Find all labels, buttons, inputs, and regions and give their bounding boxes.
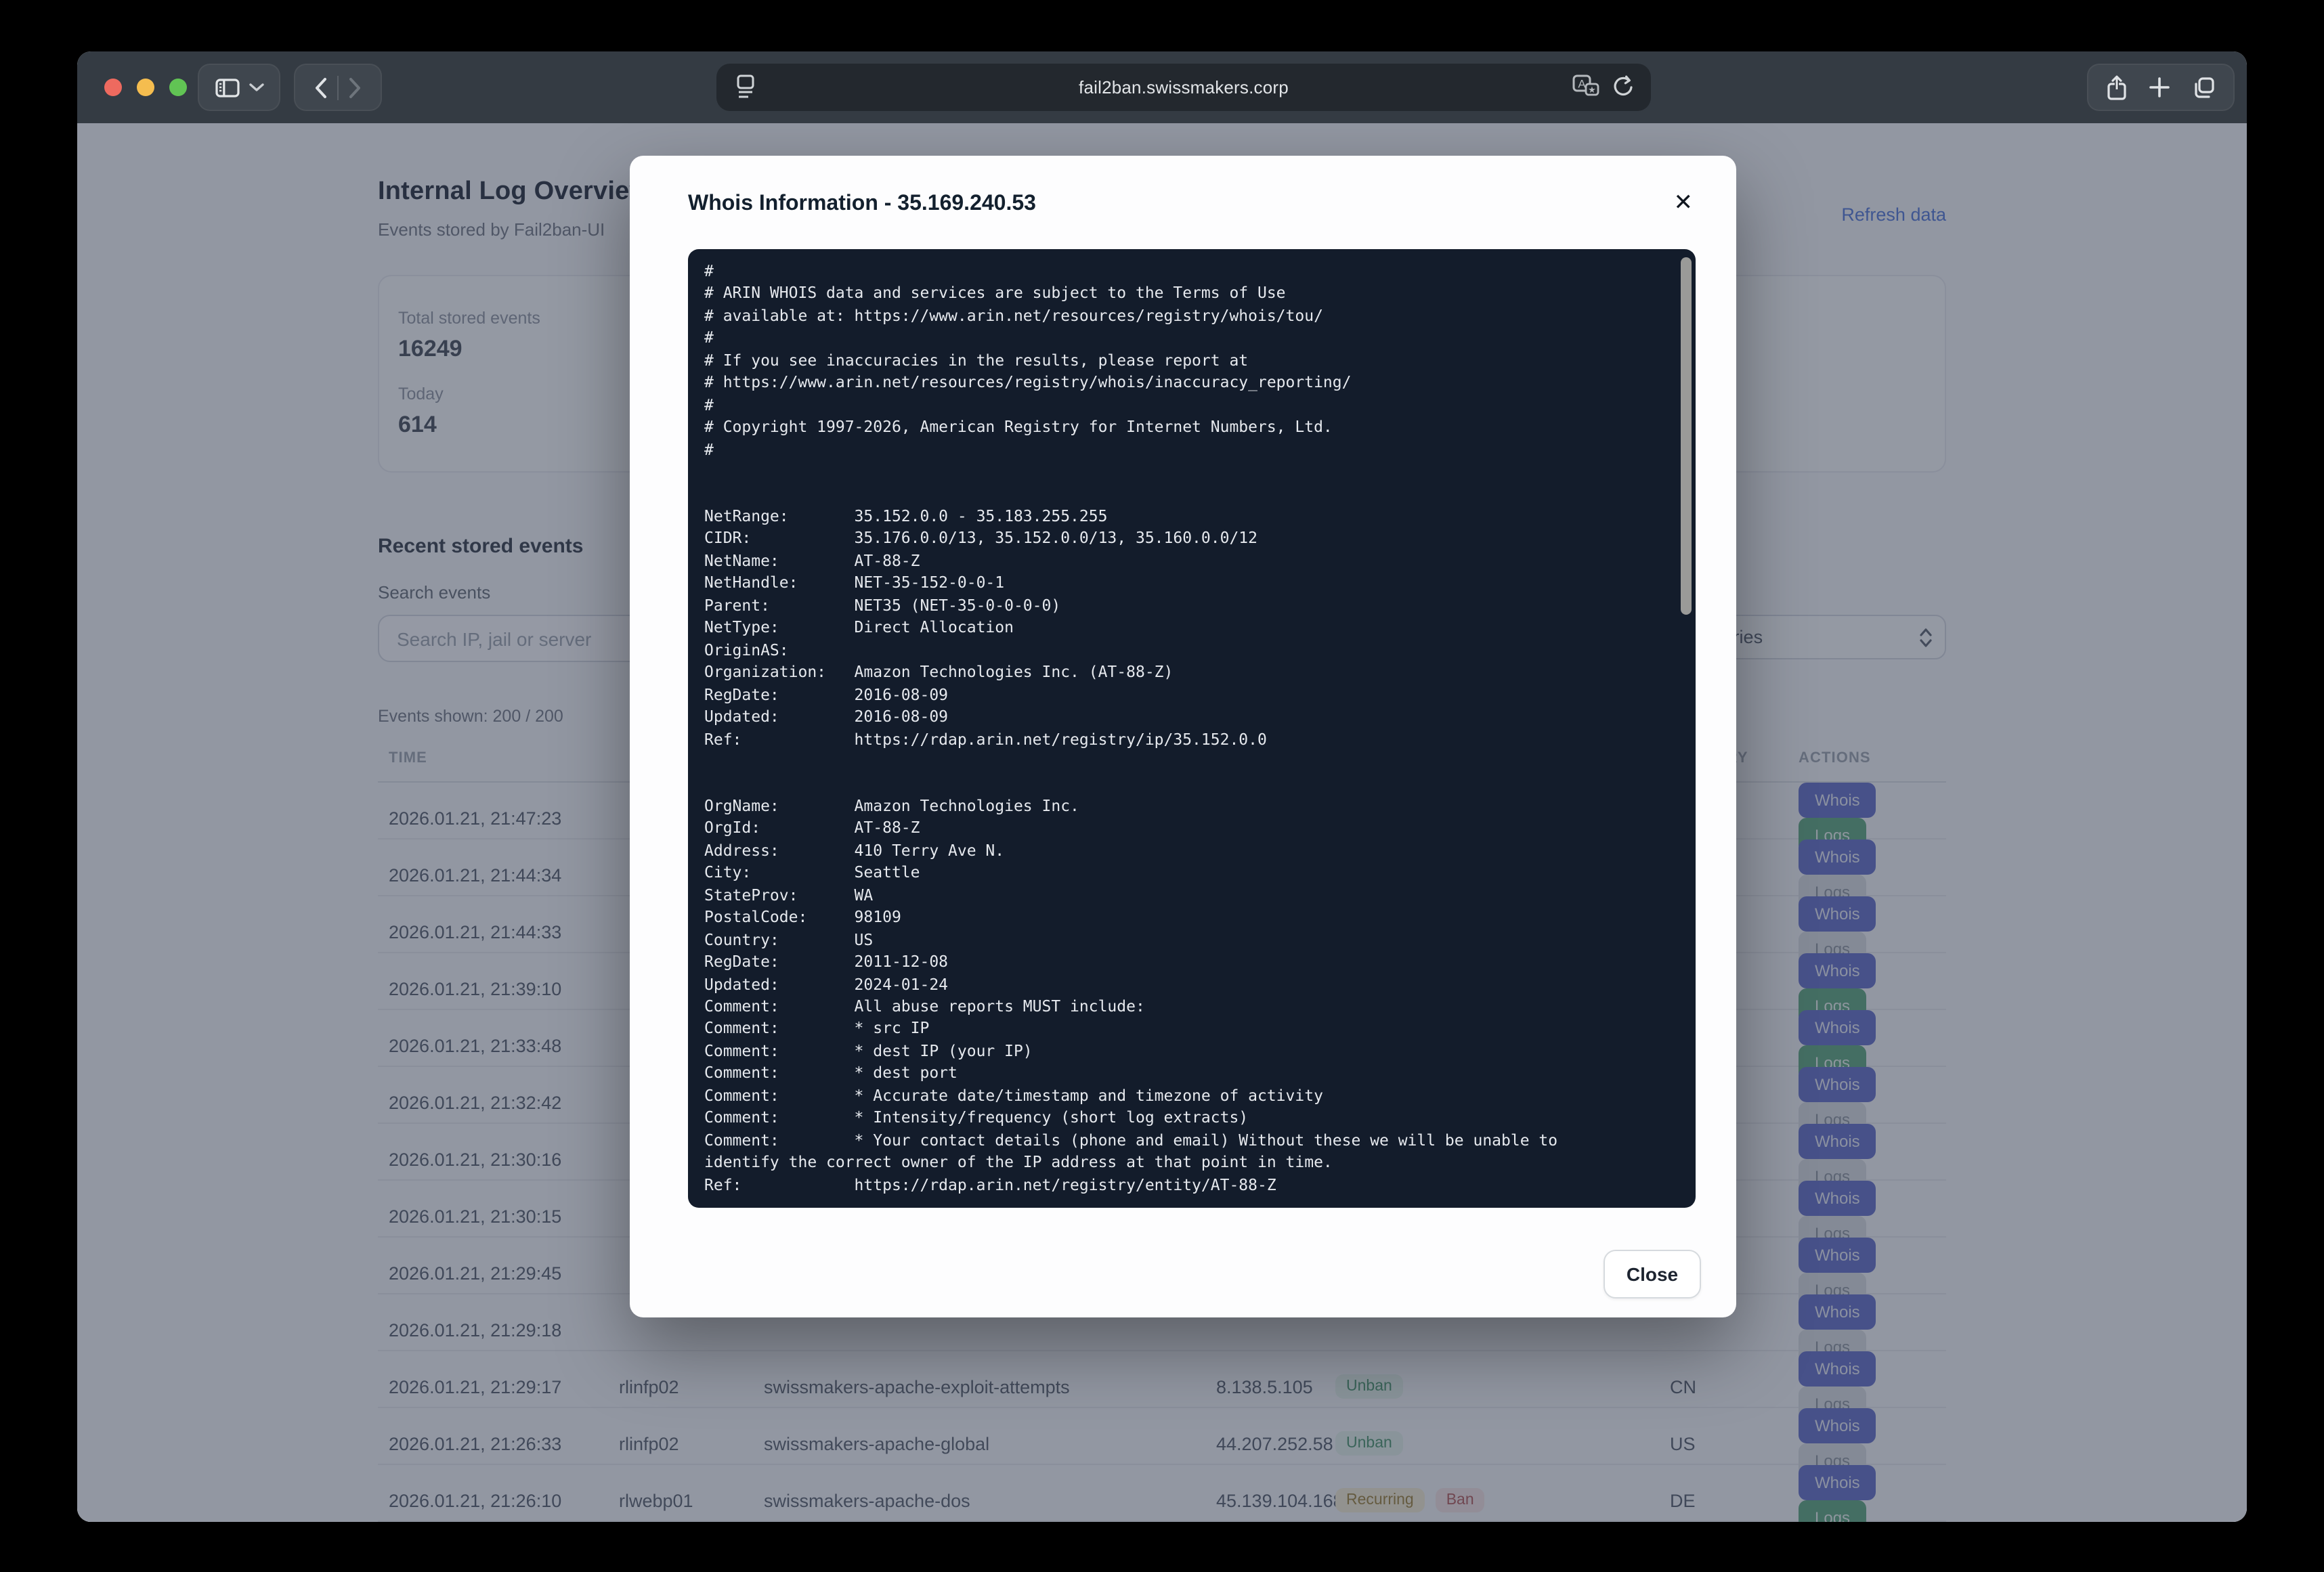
nav-button-group — [294, 64, 382, 111]
forward-button[interactable] — [348, 77, 362, 98]
reload-icon[interactable] — [1612, 74, 1635, 106]
page-format-icon[interactable] — [735, 74, 756, 107]
address-bar[interactable]: fail2ban.swissmakers.corp A★ — [716, 64, 1651, 111]
page-content: Internal Log Overview Events stored by F… — [77, 123, 2247, 1522]
whois-output-text: # # ARIN WHOIS data and services are sub… — [688, 249, 1696, 1206]
new-tab-icon[interactable] — [2149, 77, 2170, 97]
back-button[interactable] — [314, 77, 328, 98]
toolbar-right-group — [2087, 64, 2235, 111]
modal-title: Whois Information - 35.169.240.53 — [688, 192, 1036, 217]
screenshot-root: fail2ban.swissmakers.corp A★ — [0, 0, 2324, 1572]
sidebar-icon — [215, 78, 239, 97]
window-close-button[interactable] — [104, 79, 122, 96]
tab-overview-icon[interactable] — [2191, 75, 2216, 100]
svg-text:A: A — [1578, 78, 1586, 91]
translate-icon[interactable]: A★ — [1572, 74, 1599, 106]
whois-output-terminal: # # ARIN WHOIS data and services are sub… — [688, 249, 1696, 1208]
close-icon[interactable]: ✕ — [1669, 185, 1699, 219]
svg-text:★: ★ — [1588, 85, 1596, 95]
sidebar-toggle-button[interactable] — [198, 64, 280, 111]
window-zoom-button[interactable] — [169, 79, 187, 96]
share-icon[interactable] — [2106, 74, 2128, 101]
window-minimize-button[interactable] — [137, 79, 154, 96]
whois-modal: Whois Information - 35.169.240.53 ✕ # # … — [630, 156, 1736, 1317]
nav-divider — [337, 75, 339, 100]
close-button[interactable]: Close — [1604, 1250, 1701, 1298]
terminal-scrollbar[interactable] — [1681, 257, 1692, 615]
browser-titlebar: fail2ban.swissmakers.corp A★ — [77, 51, 2247, 123]
chevron-down-icon — [249, 83, 263, 92]
browser-window: fail2ban.swissmakers.corp A★ — [77, 51, 2247, 1522]
url-text: fail2ban.swissmakers.corp — [716, 77, 1651, 97]
